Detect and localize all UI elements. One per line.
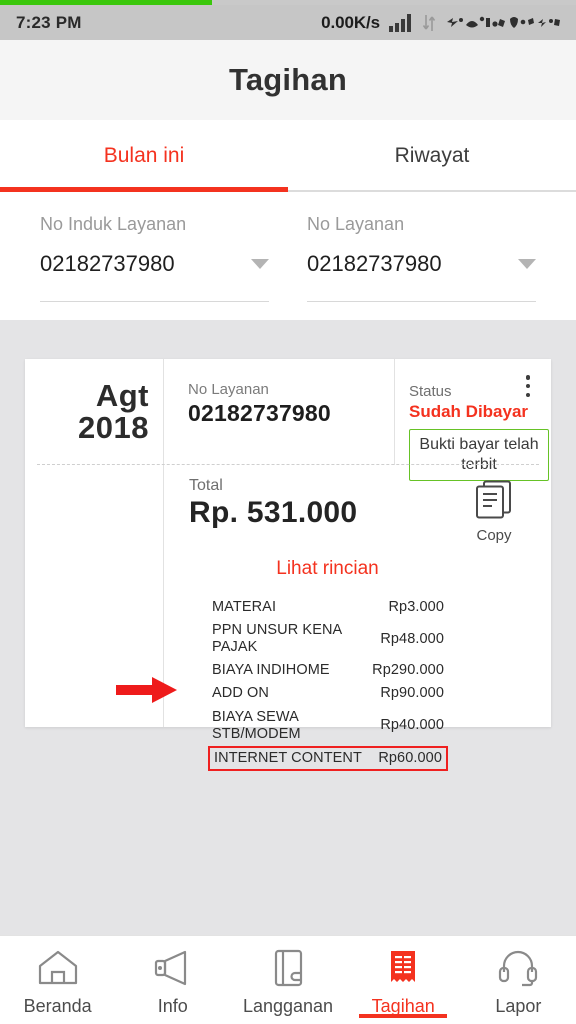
headset-icon [499, 950, 538, 986]
copy-button[interactable]: Copy [475, 477, 513, 544]
bill-item-row: MATERAI Rp3.000 [212, 596, 444, 619]
bill-item-name: PPN UNSUR KENA PAJAK [212, 622, 342, 656]
selector-no-induk-layanan[interactable]: No Induk Layanan 02182737980 [40, 192, 269, 320]
status-bar: 7:23 PM 0.00K/s [0, 0, 576, 40]
tab-bar: Bulan ini Riwayat [0, 120, 576, 192]
tab-bulan-ini-label: Bulan ini [103, 144, 185, 167]
app-bar: Tagihan [0, 40, 576, 120]
nav-item-lapor[interactable]: Lapor [461, 936, 576, 1024]
bill-item-name: INTERNET CONTENT [214, 749, 362, 766]
home-icon [38, 950, 77, 984]
bill-item-amount: Rp60.000 [378, 749, 442, 766]
receipt-icon [391, 950, 416, 982]
kebab-dot [525, 383, 531, 389]
service-number-selectors: No Induk Layanan 02182737980 No Layanan … [0, 192, 576, 320]
selector-no-induk-layanan-label: No Induk Layanan [40, 214, 187, 234]
nav-item-langganan[interactable]: Langganan [230, 936, 345, 1024]
selector-no-induk-layanan-value: 02182737980 [40, 251, 175, 276]
kebab-dot [525, 392, 531, 397]
megaphone-icon [154, 950, 186, 985]
bill-item-row-highlighted: INTERNET CONTENT Rp60.000 [208, 745, 448, 771]
bill-item-row: ADD ON Rp90.000 [212, 682, 444, 705]
bill-status: Status Sudah Dibayar Bukti bayar telah t… [395, 359, 551, 481]
bill-item-name: BIAYA SEWA STB/MODEM [212, 708, 301, 742]
red-right-arrow-icon [116, 677, 177, 703]
tab-riwayat-label: Riwayat [394, 144, 470, 167]
copy-label: Copy [476, 527, 512, 544]
selector-no-layanan-value: 02182737980 [307, 251, 442, 276]
notebook-icon [274, 949, 303, 986]
nav-item-info[interactable]: Info [115, 936, 230, 1024]
bill-card-body: Total Rp. 531.000 Copy Lihat rincian MAT… [164, 465, 551, 771]
selector-underline [40, 301, 269, 302]
nav-item-lapor-label: Lapor [495, 995, 542, 1016]
bill-total-row: Total Rp. 531.000 Copy [164, 465, 551, 544]
progress-fill [0, 0, 212, 5]
bill-item-amount: Rp90.000 [380, 685, 444, 702]
status-bar-icons: 0.00K/s [321, 13, 564, 33]
chevron-down-icon[interactable] [518, 259, 536, 269]
bill-item-row: BIAYA SEWA STB/MODEM Rp40.000 [212, 706, 444, 746]
nav-item-langganan-label: Langganan [242, 995, 334, 1016]
bill-item-name: MATERAI [212, 599, 277, 615]
bill-items-list: MATERAI Rp3.000 PPN UNSUR KENA PAJAK Rp4… [208, 596, 448, 771]
bill-item-amount: Rp40.000 [380, 717, 444, 734]
chevron-down-icon[interactable] [251, 259, 269, 269]
bill-total-amount: Rp. 531.000 [189, 496, 358, 529]
nav-item-beranda-label: Beranda [23, 995, 92, 1016]
status-badge: Sudah Dibayar [409, 402, 529, 421]
bill-item-amount: Rp290.000 [372, 662, 444, 679]
tab-bulan-ini[interactable]: Bulan ini [0, 120, 288, 192]
bill-card[interactable]: Agt 2018 No Layanan 02182737980 Status S… [25, 359, 551, 771]
bill-item-name: ADD ON [212, 685, 269, 702]
nav-active-underline [359, 1014, 448, 1018]
bill-item-row: BIAYA INDIHOME Rp290.000 [212, 659, 444, 682]
notification-cluster-icon [447, 16, 560, 28]
bill-total-label: Total [189, 477, 223, 494]
selector-no-layanan-label: No Layanan [307, 214, 405, 234]
kebab-menu-icon[interactable] [519, 373, 537, 399]
selector-no-layanan[interactable]: No Layanan 02182737980 [307, 192, 536, 320]
bill-period-month: Agt [95, 378, 149, 414]
bill-account: No Layanan 02182737980 [164, 359, 394, 465]
page-title: Tagihan [229, 62, 347, 97]
bill-account-label: No Layanan [188, 381, 269, 398]
tab-riwayat[interactable]: Riwayat [288, 120, 576, 192]
nav-item-tagihan[interactable]: Tagihan [346, 936, 461, 1024]
tab-active-indicator [0, 187, 288, 192]
bottom-navigation-bar: Beranda Info Langganan Tagihan Lapor [0, 935, 576, 1024]
bill-account-value: 02182737980 [188, 400, 331, 426]
bill-period-year: 2018 [78, 410, 149, 445]
network-speed-text: 0.00K/s [321, 12, 380, 32]
bill-item-name: BIAYA INDIHOME [212, 662, 330, 679]
bill-item-amount: Rp3.000 [388, 599, 444, 615]
bill-card-header: Agt 2018 No Layanan 02182737980 Status S… [25, 359, 551, 481]
status-bar-time: 7:23 PM [16, 12, 82, 32]
lihat-rincian-link[interactable]: Lihat rincian [164, 558, 551, 580]
bill-period: Agt 2018 [25, 359, 163, 465]
nav-item-beranda[interactable]: Beranda [0, 936, 115, 1024]
bill-total: Total Rp. 531.000 [164, 477, 357, 544]
kebab-dot [525, 375, 531, 380]
data-transfer-icon [422, 14, 436, 31]
bill-item-row: PPN UNSUR KENA PAJAK Rp48.000 [212, 619, 444, 659]
copy-document-icon [476, 480, 511, 519]
bill-item-amount: Rp48.000 [380, 630, 444, 647]
nav-item-info-label: Info [157, 995, 188, 1016]
signal-bars-icon [389, 13, 411, 32]
selector-underline [307, 301, 536, 302]
page-load-progress-bar [0, 0, 576, 5]
